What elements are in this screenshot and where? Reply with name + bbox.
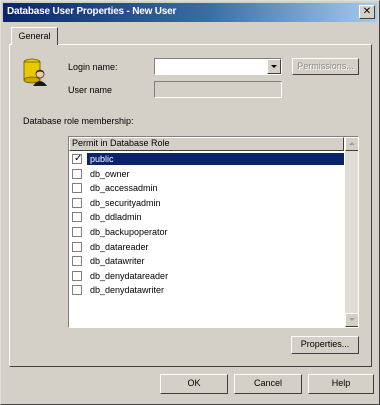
cancel-button[interactable]: Cancel [234, 374, 302, 394]
close-button[interactable]: ✕ [359, 5, 375, 19]
role-checkbox[interactable] [72, 270, 82, 281]
scroll-down-icon[interactable] [345, 313, 358, 327]
properties-button[interactable]: Properties... [291, 336, 359, 354]
permissions-button-label: Permissions... [297, 61, 354, 71]
role-membership-label: Database role membership: [23, 116, 134, 126]
role-checkbox[interactable] [72, 212, 82, 223]
title-bar[interactable]: Database User Properties - New User ✕ [3, 3, 377, 22]
role-name: db_datareader [90, 241, 149, 252]
role-name: db_owner [90, 168, 130, 179]
column-header-label: Permit in Database Role [72, 138, 170, 148]
ok-button-label: OK [187, 378, 201, 388]
role-name: db_securityadmin [90, 197, 161, 208]
help-button[interactable]: Help [308, 374, 374, 394]
role-name: db_accessadmin [90, 183, 158, 194]
list-item[interactable]: db_securityadmin [69, 196, 344, 211]
list-item[interactable]: db_owner [69, 167, 344, 182]
role-rows: ✓ public db_owner db_accessadmin db_secu… [69, 152, 344, 298]
user-database-icon [23, 58, 47, 86]
chevron-down-icon[interactable] [267, 59, 281, 74]
role-checkbox[interactable]: ✓ [72, 154, 82, 164]
help-button-label: Help [331, 378, 351, 388]
role-checkbox[interactable] [72, 256, 82, 267]
list-item[interactable]: db_backupoperator [69, 225, 344, 240]
role-checkbox[interactable] [72, 285, 82, 296]
role-name: db_ddladmin [90, 212, 142, 223]
checkmark-icon: ✓ [74, 153, 83, 164]
list-item[interactable]: db_ddladmin [69, 210, 344, 225]
list-item[interactable]: db_datawriter [69, 254, 344, 269]
role-list-header[interactable]: Permit in Database Role [69, 137, 344, 151]
permissions-button[interactable]: Permissions... [292, 58, 359, 75]
list-item[interactable]: db_denydatawriter [69, 283, 344, 298]
login-name-label: Login name: [68, 62, 118, 72]
list-item[interactable]: db_accessadmin [69, 181, 344, 196]
role-name: db_backupoperator [90, 226, 168, 237]
login-name-dropdown[interactable] [154, 58, 282, 75]
window-title: Database User Properties - New User [7, 6, 177, 17]
dialog-window: Database User Properties - New User ✕ Ge… [0, 0, 380, 405]
list-item[interactable]: db_denydatareader [69, 269, 344, 284]
tab-general-label: General [18, 31, 51, 41]
list-item[interactable]: ✓ public [69, 152, 344, 167]
role-checkbox[interactable] [72, 197, 82, 208]
cancel-button-label: Cancel [253, 378, 282, 388]
role-list[interactable]: Permit in Database Role ✓ public db_owne… [68, 136, 359, 328]
role-checkbox[interactable] [72, 168, 82, 179]
ok-button[interactable]: OK [160, 374, 228, 394]
role-checkbox[interactable] [72, 226, 82, 237]
tab-general[interactable]: General [11, 27, 58, 45]
role-name: public [87, 153, 344, 165]
user-name-label: User name [68, 85, 113, 95]
close-icon: ✕ [362, 6, 372, 17]
role-checkbox[interactable] [72, 183, 82, 194]
properties-button-label: Properties... [300, 339, 350, 349]
list-item[interactable]: db_datareader [69, 240, 344, 255]
role-checkbox[interactable] [72, 241, 82, 252]
role-list-scrollbar[interactable] [345, 137, 358, 327]
role-name: db_datawriter [90, 256, 145, 267]
role-name: db_denydatareader [90, 270, 169, 281]
scroll-up-icon[interactable] [345, 137, 358, 151]
role-name: db_denydatawriter [90, 285, 165, 296]
user-name-field[interactable] [154, 81, 282, 98]
